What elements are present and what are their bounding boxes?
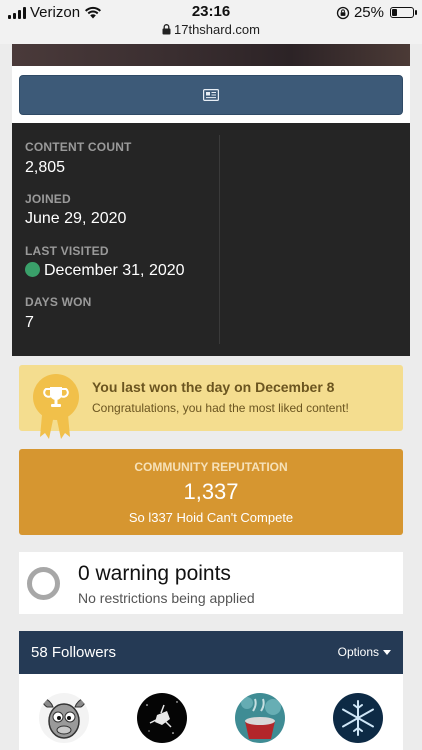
space-avatar-icon xyxy=(137,693,187,743)
warning-points-panel: 0 warning points No restrictions being a… xyxy=(19,552,403,614)
battery-label: 25% xyxy=(353,4,384,21)
follower-avatar[interactable] xyxy=(333,693,383,743)
orientation-lock-icon xyxy=(336,6,350,19)
followers-title[interactable]: 58 Followers xyxy=(31,644,116,661)
reputation-value: 1,337 xyxy=(183,479,239,504)
battery-level xyxy=(392,9,397,16)
activity-feed-button[interactable] xyxy=(19,75,403,115)
reputation-rank: So l337 Hoid Can't Compete xyxy=(128,510,294,525)
content-count-label: CONTENT COUNT xyxy=(25,140,132,154)
followers-header: 58 Followers Options xyxy=(19,631,403,674)
reputation-title: COMMUNITY REPUTATION xyxy=(134,460,288,474)
community-reputation: COMMUNITY REPUTATION 1,337 So l337 Hoid … xyxy=(19,449,403,535)
lock-icon xyxy=(162,24,171,35)
day-won-subtitle: Congratulations, you had the most liked … xyxy=(92,401,349,415)
day-won-banner: You last won the day on December 8 Congr… xyxy=(19,365,403,439)
activity-feed-icon xyxy=(203,89,219,101)
trophy-icon xyxy=(33,374,79,420)
online-status-icon xyxy=(25,262,40,277)
content-count-value: 2,805 xyxy=(25,159,66,176)
profile-stats: CONTENT COUNT 2,805 JOINED June 29, 2020… xyxy=(12,123,410,356)
warning-points-title: 0 warning points xyxy=(78,562,231,585)
status-right: 25% xyxy=(336,4,417,21)
goat-cartoon-avatar-icon xyxy=(39,693,89,743)
address-bar[interactable]: 17thshard.com xyxy=(0,22,422,37)
stats-divider xyxy=(219,135,220,344)
url-label: 17thshard.com xyxy=(174,22,260,37)
days-won-label: DAYS WON xyxy=(25,295,92,309)
battery-icon xyxy=(390,7,417,18)
options-label: Options xyxy=(337,645,379,659)
joined-value: June 29, 2020 xyxy=(25,210,127,227)
warning-points-subtitle: No restrictions being applied xyxy=(78,590,255,606)
profile-cover-photo xyxy=(12,44,410,66)
last-visited-date: December 31, 2020 xyxy=(44,262,185,279)
days-won-value: 7 xyxy=(25,314,34,331)
followers-panel: 58 Followers Options xyxy=(19,631,403,750)
teacup-avatar-icon xyxy=(235,693,285,743)
last-visited-value: December 31, 2020 xyxy=(25,262,185,280)
warning-level-icon xyxy=(27,567,60,600)
snowflake-avatar-icon xyxy=(333,693,383,743)
status-bar: Verizon 23:16 17thshard.com 25% xyxy=(0,0,422,44)
last-visited-label: LAST VISITED xyxy=(25,244,109,258)
day-won-title: You last won the day on December 8 xyxy=(92,379,335,395)
follower-avatar[interactable] xyxy=(235,693,285,743)
follower-avatar[interactable] xyxy=(137,693,187,743)
followers-options-button[interactable]: Options xyxy=(338,645,391,659)
follower-avatar[interactable] xyxy=(39,693,89,743)
joined-label: JOINED xyxy=(25,192,71,206)
caret-down-icon xyxy=(383,649,391,655)
